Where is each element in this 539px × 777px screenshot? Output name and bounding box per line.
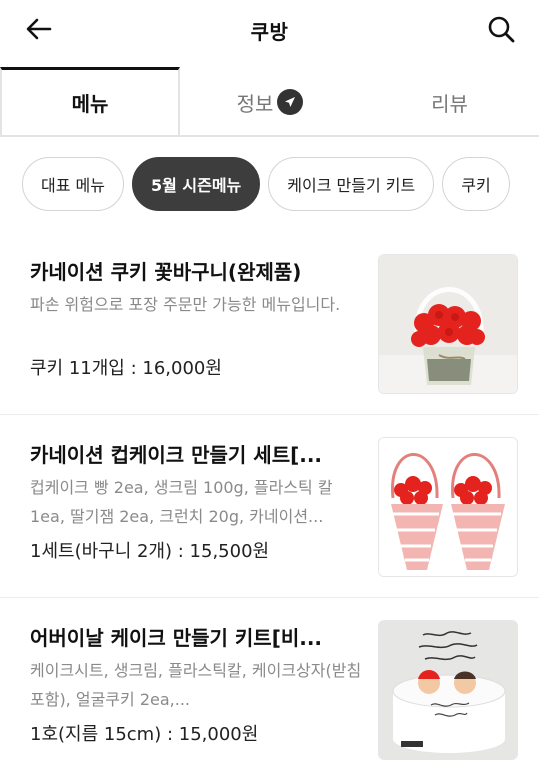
tab-menu-label: 메뉴 [71, 92, 109, 116]
menu-item-price: 1세트(바구니 2개) : 15,500원 [30, 541, 270, 562]
menu-item-price: 1호(지름 15cm) : 15,000원 [30, 724, 259, 745]
category-chips: 대표 메뉴 5월 시즌메뉴 케이크 만들기 키트 쿠키 [22, 157, 539, 213]
menu-item-description: 파손 위험으로 포장 주문만 가능한 메뉴입니다. [30, 295, 341, 314]
menu-item-photo [378, 437, 518, 577]
chip-may-season-menu[interactable]: 5월 시즌메뉴 [131, 157, 261, 211]
menu-item-photo [378, 620, 518, 760]
menu-item-photo [378, 254, 518, 394]
menu-item-name: 어버이날 케이크 만들기 키트[비... [30, 626, 323, 650]
top-app-bar: 쿠방 [0, 0, 539, 58]
tab-info[interactable]: 정보 [180, 69, 360, 135]
menu-item-description: 컵케이크 빵 2ea, 생크림 100g, 플라스틱 칼 1ea, 딸기잼 2e… [30, 478, 333, 526]
page-title: 쿠방 [250, 20, 289, 44]
menu-item-price: 쿠키 11개입 : 16,000원 [30, 358, 222, 379]
menu-item-description: 케이크시트, 생크림, 플라스틱칼, 케이크상자(받침포함), 얼굴쿠키 2ea… [30, 661, 362, 709]
menu-list: 카네이션 쿠키 꽃바구니(완제품) 파손 위험으로 포장 주문만 가능한 메뉴입… [0, 232, 539, 777]
store-menu-screen: 쿠방 메뉴 정보 리뷰 대표 메뉴 5월 시즌메뉴 케이크 만들기 키트 쿠키 … [0, 0, 539, 777]
menu-item-name: 카네이션 쿠키 꽃바구니(완제품) [30, 260, 302, 284]
send-icon [277, 89, 304, 115]
list-item[interactable]: 어버이날 케이크 만들기 키트[비... 케이크시트, 생크림, 플라스틱칼, … [0, 598, 539, 777]
tab-menu[interactable]: 메뉴 [0, 67, 180, 135]
chip-representative-menu[interactable]: 대표 메뉴 [22, 157, 124, 211]
search-icon[interactable] [485, 13, 517, 45]
tab-review[interactable]: 리뷰 [360, 69, 539, 135]
list-item[interactable]: 카네이션 쿠키 꽃바구니(완제품) 파손 위험으로 포장 주문만 가능한 메뉴입… [0, 232, 539, 415]
tab-review-label: 리뷰 [431, 91, 468, 116]
store-tabs: 메뉴 정보 리뷰 [0, 67, 539, 137]
list-item[interactable]: 카네이션 컵케이크 만들기 세트[... 컵케이크 빵 2ea, 생크림 100… [0, 415, 539, 598]
chip-cookie[interactable]: 쿠키 [442, 157, 510, 211]
menu-item-name: 카네이션 컵케이크 만들기 세트[... [30, 443, 323, 467]
tab-info-label: 정보 [236, 91, 274, 116]
chip-cake-kit[interactable]: 케이크 만들기 키트 [268, 157, 435, 211]
